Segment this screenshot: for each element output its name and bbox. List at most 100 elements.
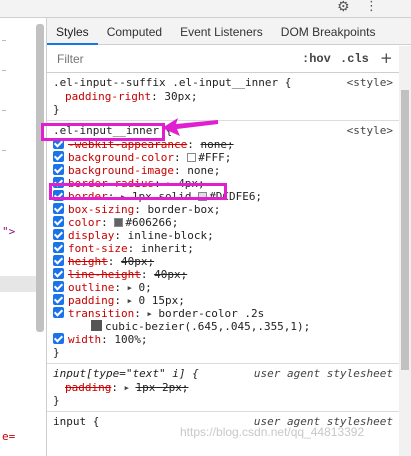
style-declaration[interactable]: padding: ▶ 0 15px; <box>53 294 399 307</box>
property-value[interactable]: 40px; <box>154 268 187 281</box>
property-checkbox[interactable] <box>53 294 64 305</box>
style-declaration[interactable]: height: 40px; <box>53 255 399 268</box>
style-declaration[interactable]: transition: ▶ border-color .2s <box>53 307 399 320</box>
style-declaration[interactable]: background-image: none; <box>53 164 399 177</box>
gear-icon[interactable]: ⚙ <box>337 0 350 14</box>
expand-triangle-icon[interactable]: ▶ <box>147 310 151 318</box>
color-swatch[interactable] <box>187 153 197 162</box>
property-name[interactable]: color <box>68 216 101 229</box>
style-declaration[interactable]: background-color: #FFF; <box>53 151 399 164</box>
property-name[interactable]: line-height <box>68 268 141 281</box>
tab-event-listeners[interactable]: Event Listeners <box>171 19 272 45</box>
expand-triangle-icon[interactable]: ▶ <box>128 284 132 292</box>
property-value[interactable]: 30px; <box>164 90 197 103</box>
property-checkbox[interactable] <box>53 281 64 292</box>
color-swatch[interactable] <box>114 218 124 227</box>
styles-scrollbar-thumb[interactable] <box>401 90 409 370</box>
property-value[interactable]: inline-block; <box>128 229 214 242</box>
rule-origin-link[interactable]: <style> <box>347 124 393 137</box>
expand-triangle-icon[interactable]: ▶ <box>128 297 132 305</box>
filter-bar: :hov .cls + <box>47 46 399 73</box>
elements-pane: "> e= <box>0 0 47 456</box>
property-name[interactable]: padding-right <box>65 90 151 103</box>
style-rule: <style> .el-input--suffix .el-input__inn… <box>47 73 399 121</box>
new-rule-button[interactable]: + <box>380 49 393 67</box>
hover-state-button[interactable]: :hov <box>302 52 331 66</box>
style-declaration[interactable]: line-height: 40px; <box>53 268 399 281</box>
property-checkbox[interactable] <box>53 164 64 175</box>
property-value[interactable]: 100%; <box>114 333 147 346</box>
property-value: 1px 2px; <box>135 381 189 394</box>
style-declaration[interactable]: font-size: inherit; <box>53 242 399 255</box>
tab-styles[interactable]: Styles <box>47 19 98 45</box>
property-value[interactable]: inherit; <box>141 242 194 255</box>
property-value[interactable]: #606266; <box>125 216 178 229</box>
property-name[interactable]: background-color <box>68 151 174 164</box>
property-name[interactable]: width <box>68 333 101 346</box>
style-declaration[interactable]: width: 100%; <box>53 333 399 346</box>
property-value[interactable]: #FFF; <box>198 151 231 164</box>
style-declaration[interactable]: box-sizing: border-box; <box>53 203 399 216</box>
bezier-curve-icon[interactable] <box>91 320 102 331</box>
dom-tag-fragment[interactable]: "> <box>2 225 15 238</box>
property-name[interactable]: display <box>68 229 114 242</box>
property-name[interactable]: background-image <box>68 164 174 177</box>
property-value[interactable]: cubic-bezier(.645,.045,.355,1); <box>105 320 310 333</box>
style-declaration[interactable]: color: #606266; <box>53 216 399 229</box>
style-declaration-continuation: cubic-bezier(.645,.045,.355,1); <box>53 320 399 333</box>
tree-line <box>2 70 6 71</box>
rule-close-brace: } <box>53 103 60 116</box>
tab-strip: Styles Computed Event Listeners DOM Brea… <box>47 19 384 45</box>
property-value[interactable]: none; <box>187 164 220 177</box>
property-name: padding <box>65 381 112 394</box>
devtools-toolbar: ⚙ ⋮ <box>47 0 411 18</box>
property-checkbox[interactable] <box>53 242 64 253</box>
rule-origin-link[interactable]: <style> <box>347 76 393 89</box>
style-declaration: padding: ▶ 1px 2px; <box>65 381 189 394</box>
property-checkbox[interactable] <box>53 255 64 266</box>
property-checkbox[interactable] <box>53 229 64 240</box>
expand-triangle-icon[interactable]: ▶ <box>125 384 129 392</box>
property-name[interactable]: font-size <box>68 242 128 255</box>
property-checkbox[interactable] <box>53 268 64 279</box>
property-name[interactable]: transition <box>68 307 134 320</box>
property-checkbox[interactable] <box>53 307 64 318</box>
selector-highlight-box <box>41 123 165 141</box>
property-value[interactable]: 40px; <box>121 255 154 268</box>
sidebar-tabbar: ⚙ ⋮ Styles Computed Event Listeners DOM … <box>47 0 411 45</box>
property-name[interactable]: padding <box>68 294 114 307</box>
border-radius-highlight-box <box>49 183 227 200</box>
tree-line <box>2 150 6 151</box>
style-rule: <style> .el-input__inner { -webkit-appea… <box>47 121 399 364</box>
rule-origin-label: user agent stylesheet <box>253 367 393 380</box>
property-name[interactable]: outline <box>68 281 114 294</box>
elements-pane-header <box>0 0 47 18</box>
dom-attr-fragment[interactable]: e= <box>2 430 15 443</box>
property-value[interactable]: border-box; <box>147 203 220 216</box>
filter-input[interactable] <box>57 52 237 66</box>
property-checkbox[interactable] <box>53 203 64 214</box>
property-checkbox[interactable] <box>53 333 64 344</box>
property-value[interactable]: 0 15px; <box>138 294 184 307</box>
elements-scrollbar[interactable] <box>36 24 44 332</box>
selected-dom-node[interactable] <box>0 276 40 292</box>
property-value[interactable]: border-color .2s <box>158 307 264 320</box>
tree-line <box>2 40 6 41</box>
tree-line <box>2 110 6 111</box>
style-declaration[interactable]: padding-right: 30px; <box>53 90 399 103</box>
tab-dom-breakpoints[interactable]: DOM Breakpoints <box>272 19 385 45</box>
annotation-arrow-icon <box>162 118 218 136</box>
property-checkbox[interactable] <box>53 151 64 162</box>
property-checkbox[interactable] <box>53 216 64 227</box>
property-name[interactable]: height <box>68 255 108 268</box>
rule-close-brace: } <box>53 346 60 359</box>
property-value[interactable]: 0; <box>138 281 151 294</box>
kebab-menu-icon[interactable]: ⋮ <box>365 0 378 14</box>
watermark-text: https://blog.csdn.net/qq_44813392 <box>180 425 365 439</box>
class-toggle-button[interactable]: .cls <box>340 52 369 66</box>
style-declaration[interactable]: display: inline-block; <box>53 229 399 242</box>
style-declaration[interactable]: outline: ▶ 0; <box>53 281 399 294</box>
tab-computed[interactable]: Computed <box>98 19 171 45</box>
property-value[interactable]: none; <box>200 138 233 151</box>
property-name[interactable]: box-sizing <box>68 203 134 216</box>
